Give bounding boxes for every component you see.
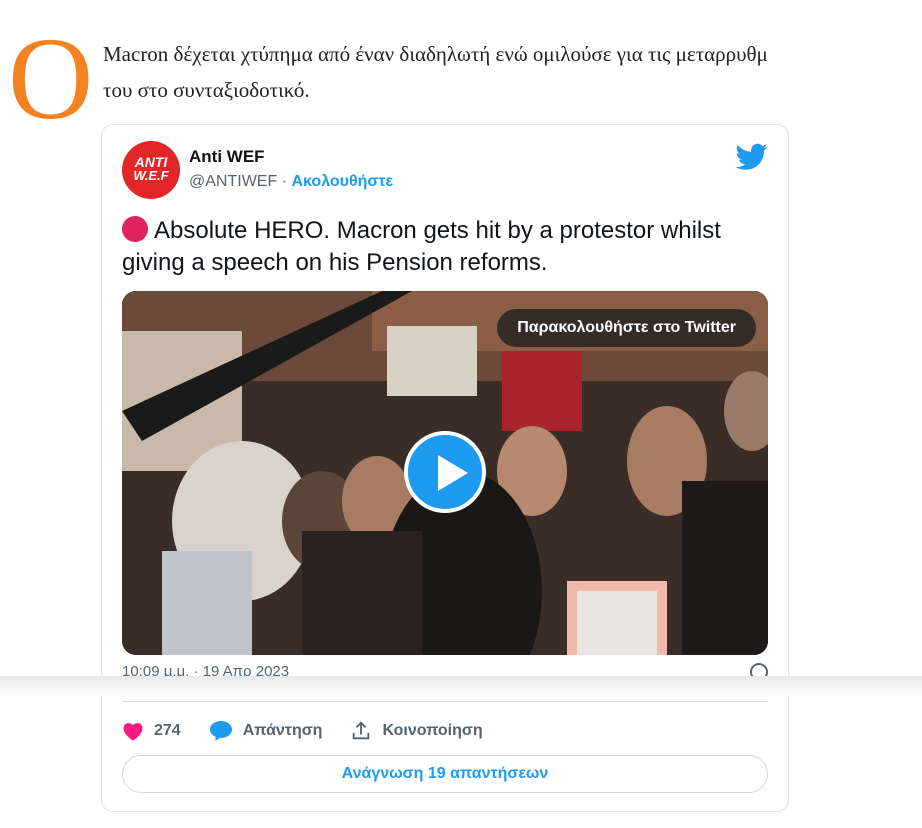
- twitter-bird-icon[interactable]: [736, 143, 768, 171]
- video-media[interactable]: Παρακολουθήστε στο Twitter: [122, 291, 768, 655]
- avatar-text-2: W.E.F: [133, 168, 169, 183]
- drop-cap: O: [8, 13, 94, 144]
- heart-icon: [123, 723, 143, 741]
- lead-line-2: του στο συνταξιοδοτικό.: [103, 78, 310, 102]
- red-circle-emoji-icon: [122, 216, 148, 242]
- divider: [122, 701, 768, 702]
- author-name[interactable]: Anti WEF: [189, 147, 265, 167]
- tweet-text: Absolute HERO. Macron gets hit by a prot…: [122, 215, 772, 279]
- tweet-actions: 274 Απάντηση Κοινοποίηση: [122, 717, 511, 745]
- like-count: 274: [154, 722, 181, 739]
- page-fold-shadow: [0, 676, 922, 696]
- follow-link[interactable]: Ακολουθήστε: [291, 173, 393, 190]
- read-replies-button[interactable]: Ανάγνωση 19 απαντήσεων: [122, 755, 768, 793]
- avatar[interactable]: ANTI W.E.F: [122, 141, 180, 199]
- lead-line-1: Macron δέχεται χτύπημα από έναν διαδηλωτ…: [103, 42, 768, 66]
- reply-button[interactable]: Απάντηση: [209, 720, 323, 742]
- reply-bubble-icon: [209, 721, 232, 741]
- share-icon: [353, 721, 370, 740]
- separator: ·: [281, 173, 288, 190]
- play-icon[interactable]: [404, 431, 486, 513]
- watch-on-twitter-button[interactable]: Παρακολουθήστε στο Twitter: [497, 309, 756, 347]
- article-lead: Macron δέχεται χτύπημα από έναν διαδηλωτ…: [103, 36, 922, 108]
- like-button[interactable]: 274: [122, 721, 181, 741]
- reply-label: Απάντηση: [242, 722, 323, 739]
- embedded-tweet[interactable]: ANTI W.E.F Anti WEF @ANTIWEF · Ακολουθήσ…: [101, 124, 789, 812]
- tweet-body: Absolute HERO. Macron gets hit by a prot…: [122, 217, 721, 276]
- handle-row: @ANTIWEF · Ακολουθήστε: [189, 173, 393, 191]
- share-button[interactable]: Κοινοποίηση: [350, 720, 483, 742]
- avatar-text-1: ANTI: [134, 154, 168, 170]
- author-handle[interactable]: @ANTIWEF: [189, 173, 277, 190]
- share-label: Κοινοποίηση: [382, 722, 483, 739]
